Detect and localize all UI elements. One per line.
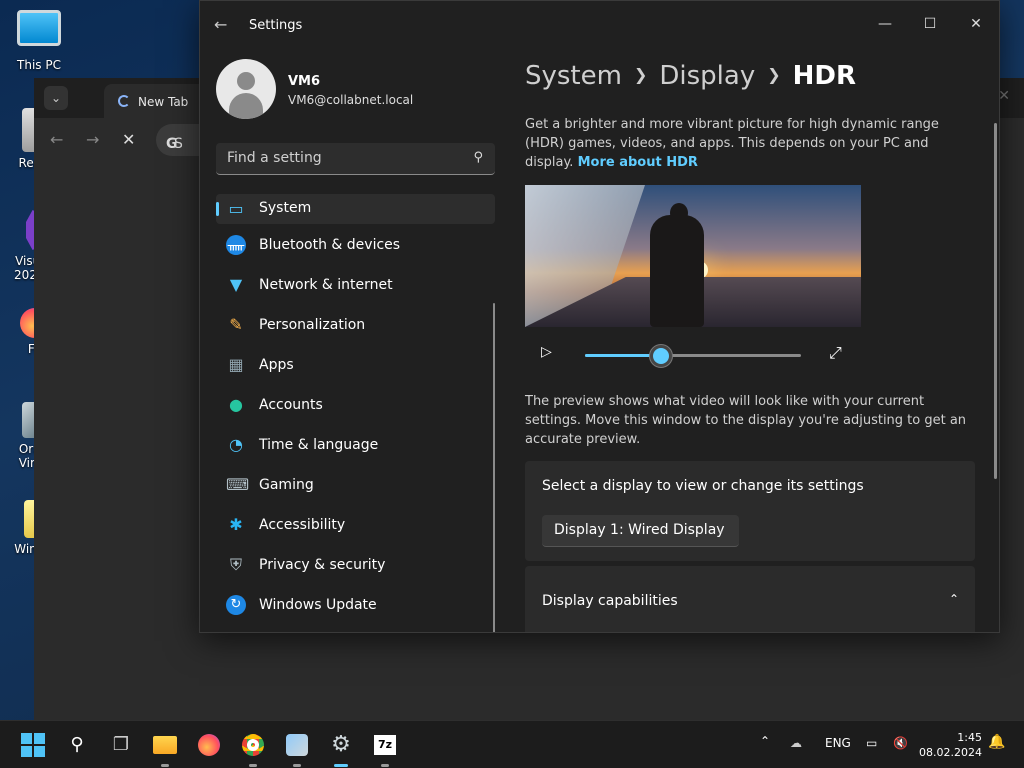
- loading-spinner-icon: [118, 95, 130, 107]
- user-email: VM6@collabnet.local: [288, 93, 414, 107]
- sidebar-item-network[interactable]: ▼ Network & internet: [216, 274, 495, 314]
- display-dropdown-value: Display 1: Wired Display: [554, 522, 725, 538]
- browser-stop-icon[interactable]: ✕: [122, 130, 135, 149]
- sidebar-item-time-language[interactable]: ◔ Time & language: [216, 434, 495, 474]
- chevron-up-icon: ⌃: [948, 592, 959, 606]
- shield-icon: ⛨: [229, 555, 242, 574]
- settings-content: System ❯ Display ❯ HDR Get a brighter and mo…: [510, 51, 999, 632]
- display-capabilities-card[interactable]: Display capabilities ⌃: [525, 566, 975, 632]
- volume-muted-icon[interactable]: 🔇: [893, 736, 908, 750]
- user-profile[interactable]: VM6 VM6@collabnet.local: [200, 51, 510, 139]
- globe-icon: ◔: [229, 435, 243, 454]
- clock[interactable]: 1:45 08.02.2024: [919, 730, 982, 760]
- clock-date: 08.02.2024: [919, 746, 982, 759]
- sidebar-item-gaming[interactable]: ⌨ Gaming: [216, 474, 495, 514]
- nav-list: ▭ System ᚅ Bluetooth & devices ▼ Network…: [216, 194, 495, 632]
- browser-tab-title: New Tab: [138, 95, 189, 109]
- breadcrumb-display[interactable]: Display: [659, 61, 755, 91]
- content-scrollbar[interactable]: [994, 123, 997, 479]
- breadcrumb: System ❯ Display ❯ HDR: [525, 61, 856, 91]
- display-capabilities-label: Display capabilities: [542, 593, 678, 609]
- accessibility-icon: ✱: [229, 515, 243, 534]
- user-name: VM6: [288, 74, 321, 89]
- active-indicator: [216, 202, 219, 216]
- sidebar-item-bluetooth[interactable]: ᚅ Bluetooth & devices: [216, 234, 495, 274]
- sidebar-item-windows-update[interactable]: ↻ Windows Update: [216, 594, 495, 632]
- chevron-right-icon: ❯: [767, 65, 781, 84]
- more-about-hdr-link[interactable]: More about HDR: [578, 155, 698, 170]
- desktop-icon-this-pc[interactable]: This PC: [3, 10, 75, 72]
- sidebar-item-personalization[interactable]: ✎ Personalization: [216, 314, 495, 354]
- notification-bell-icon[interactable]: 🔔: [988, 734, 1005, 750]
- monitor-icon: [17, 10, 61, 46]
- page-title: HDR: [792, 61, 856, 91]
- update-icon: ↻: [226, 595, 246, 615]
- maximize-button[interactable]: ☐: [907, 9, 953, 39]
- network-disconnected-icon[interactable]: ☁: [790, 736, 802, 750]
- search-input[interactable]: Find a setting ⚲: [216, 143, 495, 175]
- apps-icon: ▦: [228, 355, 244, 374]
- bluetooth-icon: ᚅ: [226, 235, 246, 255]
- back-arrow-icon[interactable]: ←: [214, 15, 227, 34]
- video-slider-track[interactable]: [585, 354, 801, 357]
- settings-titlebar: ← Settings — ☐ ✕: [200, 1, 999, 51]
- search-icon: ⚲: [473, 150, 483, 165]
- fullscreen-icon[interactable]: ⤢: [829, 343, 842, 363]
- sidebar-item-system[interactable]: ▭ System: [216, 194, 495, 224]
- play-icon[interactable]: ▷: [541, 344, 552, 360]
- settings-window: ← Settings — ☐ ✕ VM6 VM6@collabnet.local…: [199, 0, 1000, 633]
- sidebar-item-apps[interactable]: ▦ Apps: [216, 354, 495, 394]
- settings-sidebar: VM6 VM6@collabnet.local Find a setting ⚲…: [200, 51, 510, 632]
- sidebar-item-privacy[interactable]: ⛨ Privacy & security: [216, 554, 495, 594]
- window-title: Settings: [249, 18, 303, 33]
- close-button[interactable]: ✕: [953, 9, 999, 39]
- system-icon: ▭: [228, 199, 244, 218]
- search-placeholder: Find a setting: [227, 150, 322, 166]
- clock-time: 1:45: [957, 731, 982, 744]
- minimize-button[interactable]: —: [862, 9, 908, 39]
- video-slider-thumb[interactable]: [648, 344, 673, 368]
- task-view-icon[interactable]: ❐: [107, 731, 135, 759]
- settings-icon[interactable]: ⚙: [327, 731, 355, 767]
- browser-forward-icon[interactable]: →: [86, 130, 99, 149]
- chrome-icon[interactable]: [239, 731, 267, 767]
- browser-back-icon[interactable]: ←: [50, 130, 63, 149]
- hdr-description: Get a brighter and more vibrant picture …: [525, 117, 939, 170]
- omnibox-text: S: [174, 136, 183, 152]
- breadcrumb-system[interactable]: System: [525, 61, 622, 91]
- select-display-card: Select a display to view or change its s…: [525, 461, 975, 561]
- display-icon[interactable]: ▭: [866, 736, 877, 750]
- accounts-icon: ●: [229, 395, 243, 414]
- taskbar: ⚲ ❐ ⚙ 7z ⌃ ☁ ENG ▭ 🔇 1:45 08.02.2024 🔔: [0, 720, 1024, 768]
- sidebar-item-accounts[interactable]: ● Accounts: [216, 394, 495, 434]
- hdr-video-preview: [525, 185, 861, 327]
- chevron-right-icon: ❯: [633, 65, 648, 84]
- avatar: [216, 59, 276, 119]
- gamepad-icon: ⌨: [226, 475, 250, 494]
- sidebar-item-accessibility[interactable]: ✱ Accessibility: [216, 514, 495, 554]
- firefox-icon[interactable]: [195, 731, 223, 759]
- file-explorer-icon[interactable]: [151, 731, 179, 767]
- select-display-label: Select a display to view or change its s…: [542, 478, 864, 494]
- 7zip-icon[interactable]: 7z: [371, 731, 399, 767]
- browser-close-icon[interactable]: ✕: [998, 88, 1010, 104]
- tray-overflow-icon[interactable]: ⌃: [760, 734, 770, 748]
- video-player-controls: ▷ ⤢: [525, 341, 861, 368]
- display-dropdown[interactable]: Display 1: Wired Display ⌄: [542, 515, 739, 547]
- chevron-down-icon: ⌄: [715, 523, 725, 536]
- language-indicator[interactable]: ENG: [825, 736, 851, 750]
- search-icon[interactable]: ⚲: [63, 731, 91, 759]
- sidebar-scrollbar[interactable]: [493, 303, 495, 632]
- wifi-icon: ▼: [229, 275, 243, 294]
- brush-icon: ✎: [229, 315, 243, 334]
- preview-note: The preview shows what video will look l…: [525, 394, 967, 447]
- tab-search-button[interactable]: ⌄: [44, 86, 68, 110]
- start-icon[interactable]: [19, 731, 47, 759]
- vm-tools-icon[interactable]: [283, 731, 311, 767]
